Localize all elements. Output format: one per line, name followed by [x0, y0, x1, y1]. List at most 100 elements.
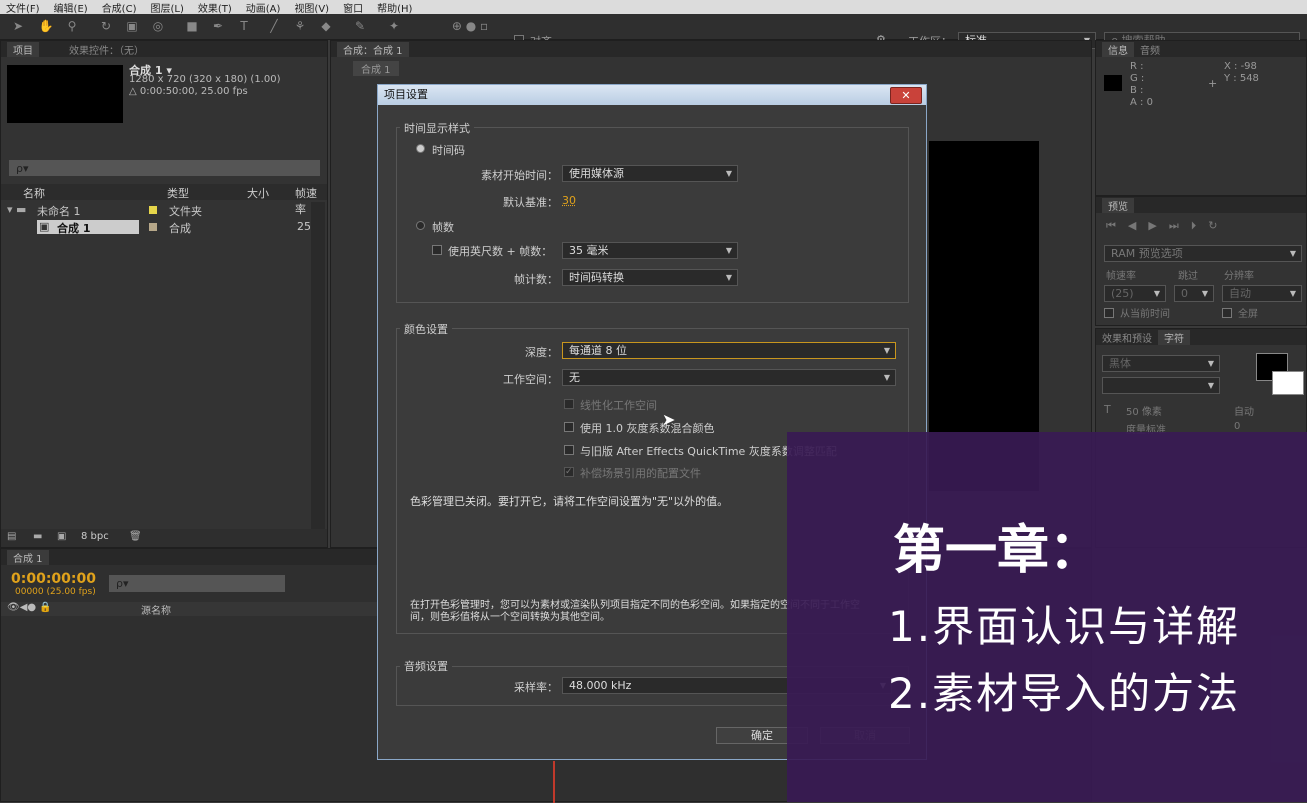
tab-preview[interactable]: 预览: [1102, 197, 1134, 213]
list-item[interactable]: ▣ 合成 1 合成 25: [1, 219, 311, 235]
new-comp-icon[interactable]: ▣: [57, 531, 66, 542]
project-scrollbar[interactable]: [311, 202, 325, 530]
trash-icon[interactable]: 🗑: [129, 531, 142, 542]
camera-tool-icon[interactable]: ▣: [124, 18, 140, 34]
menu-layer[interactable]: 图层(L): [150, 0, 183, 15]
frames-radio[interactable]: [416, 221, 425, 230]
feet-frames-label: 使用英尺数 + 帧数：: [448, 245, 553, 258]
frame-count-label: 帧计数：: [514, 273, 558, 286]
feet-frames-checkbox[interactable]: [432, 245, 442, 255]
blend-gamma-checkbox[interactable]: [564, 422, 574, 432]
info-r: R :: [1130, 61, 1144, 72]
chapter-line-1: 1.界面认识与详解: [888, 602, 1241, 651]
font-style-select[interactable]: ▼: [1102, 377, 1220, 394]
puppet-tool-icon[interactable]: ✦: [386, 18, 402, 34]
menu-help[interactable]: 帮助(H): [377, 0, 412, 15]
interpret-icon[interactable]: ▤: [7, 531, 16, 542]
eraser-tool-icon[interactable]: ◆: [318, 18, 334, 34]
timecode-radio-label: 时间码: [432, 144, 465, 157]
default-base-value[interactable]: 30: [562, 194, 576, 207]
time-group-label: 时间显示样式: [400, 120, 474, 136]
tab-audio[interactable]: 音频: [1140, 42, 1160, 57]
stroke-color-swatch[interactable]: [1272, 371, 1304, 395]
font-select[interactable]: 黑体 ▼: [1102, 355, 1220, 372]
tab-character[interactable]: 字符: [1158, 329, 1190, 345]
rotate-tool-icon[interactable]: ↻: [98, 18, 114, 34]
composition-tabs: 合成：合成 1: [331, 41, 1091, 57]
pen-tool-icon[interactable]: ✒: [210, 18, 226, 34]
project-search-input[interactable]: ρ▾: [9, 160, 320, 176]
feet-frames-select[interactable]: 35 毫米 ▼: [562, 242, 738, 259]
zoom-tool-icon[interactable]: ⚲: [64, 18, 80, 34]
ram-preview-select[interactable]: RAM 预览选项 ▼: [1104, 245, 1302, 262]
text-tool-icon[interactable]: T: [236, 18, 252, 34]
menu-view[interactable]: 视图(V): [294, 0, 329, 15]
menu-file[interactable]: 文件(F): [6, 0, 40, 15]
menu-window[interactable]: 窗口: [343, 0, 363, 15]
timecode-radio[interactable]: [416, 144, 425, 153]
info-b: B :: [1130, 85, 1144, 96]
leading-value[interactable]: 自动: [1234, 403, 1254, 418]
default-base-label: 默认基准：: [503, 196, 558, 209]
blend-gamma-label: 使用 1.0 灰度系数混合颜色: [580, 422, 715, 435]
column-type[interactable]: 类型: [167, 185, 189, 201]
compensate-checkbox[interactable]: ✓: [564, 467, 574, 477]
menu-effect[interactable]: 效果(T): [198, 0, 232, 15]
source-name-column[interactable]: 源名称: [141, 602, 171, 617]
pan-behind-icon[interactable]: ◎: [150, 18, 166, 34]
menu-animation[interactable]: 动画(A): [246, 0, 281, 15]
linearize-label: 线性化工作空间: [580, 399, 657, 412]
legacy-gamma-checkbox[interactable]: [564, 445, 574, 455]
audio-group-label: 音频设置: [400, 658, 452, 674]
selection-tool-icon[interactable]: ➤: [10, 18, 26, 34]
chapter-line-2: 2.素材导入的方法: [888, 669, 1241, 718]
column-name[interactable]: 名称: [23, 185, 45, 201]
timeline-search-input[interactable]: ρ▾: [109, 575, 285, 592]
new-folder-icon[interactable]: ▬: [33, 531, 42, 542]
tab-project[interactable]: 项目: [7, 41, 39, 57]
fullscreen-checkbox[interactable]: [1222, 308, 1232, 318]
rectangle-tool-icon[interactable]: ■: [184, 18, 200, 34]
label-color-icon: [149, 223, 157, 231]
axis-icon: ⊕ ● ▫: [451, 19, 489, 33]
tab-info[interactable]: 信息: [1102, 41, 1134, 57]
bpc-label[interactable]: 8 bpc: [81, 531, 109, 542]
tracking-value[interactable]: 0: [1234, 421, 1240, 432]
skip-select[interactable]: 0 ▼: [1174, 285, 1214, 302]
working-space-select[interactable]: 无 ▼: [562, 369, 896, 386]
project-panel: 项目 效果控件：（无） 合成 1 ▾ 1280 x 720 (320 x 180…: [0, 40, 328, 548]
linearize-checkbox[interactable]: [564, 399, 574, 409]
timecode-display[interactable]: 0:00:00:00: [11, 571, 96, 587]
resolution-label: 分辨率: [1224, 271, 1254, 282]
dialog-titlebar[interactable]: 项目设置 ✕: [378, 85, 926, 105]
font-size-value[interactable]: 50 像素: [1126, 403, 1162, 418]
hand-tool-icon[interactable]: ✋: [38, 18, 54, 34]
playhead[interactable]: [553, 761, 555, 803]
close-button[interactable]: ✕: [890, 87, 922, 104]
chapter-title: 第一章：: [893, 521, 1102, 581]
comp-thumbnail: [7, 65, 123, 123]
list-item[interactable]: ▾ ▬ 未命名 1 文件夹: [1, 202, 311, 218]
frame-count-select[interactable]: 时间码转换 ▼: [562, 269, 738, 286]
tab-effects-presets[interactable]: 效果和预设: [1102, 330, 1152, 345]
menu-composition[interactable]: 合成(C): [102, 0, 137, 15]
column-size[interactable]: 大小: [247, 185, 269, 201]
comp-subtab[interactable]: 合成 1: [353, 61, 399, 76]
info-y: Y : 548: [1224, 73, 1259, 84]
menu-edit[interactable]: 编辑(E): [54, 0, 88, 15]
footage-start-select[interactable]: 使用媒体源 ▼: [562, 165, 738, 182]
crosshair-icon: +: [1208, 77, 1218, 90]
tab-timeline[interactable]: 合成 1: [7, 549, 49, 565]
tab-effect-controls[interactable]: 效果控件：（无）: [69, 42, 144, 57]
tab-composition[interactable]: 合成：合成 1: [337, 41, 409, 57]
clone-tool-icon[interactable]: ⚘: [292, 18, 308, 34]
toolbar: ➤ ✋ ⚲ ↻ ▣ ◎ ■ ✒ T ╱ ⚘ ◆ ✎ ✦ ⊕ ● ▫ 对齐 ⚙ 工…: [0, 14, 1307, 49]
frame-rate-select[interactable]: (25) ▼: [1104, 285, 1166, 302]
menu-bar: 文件(F) 编辑(E) 合成(C) 图层(L) 效果(T) 动画(A) 视图(V…: [0, 0, 1307, 15]
from-current-checkbox[interactable]: [1104, 308, 1114, 318]
roto-brush-icon[interactable]: ✎: [352, 18, 368, 34]
brush-tool-icon[interactable]: ╱: [266, 18, 282, 34]
depth-select[interactable]: 每通道 8 位 ▼: [562, 342, 896, 359]
playback-controls[interactable]: ⏮◀▶⏭⏵↻: [1106, 219, 1229, 233]
resolution-select[interactable]: 自动 ▼: [1222, 285, 1302, 302]
